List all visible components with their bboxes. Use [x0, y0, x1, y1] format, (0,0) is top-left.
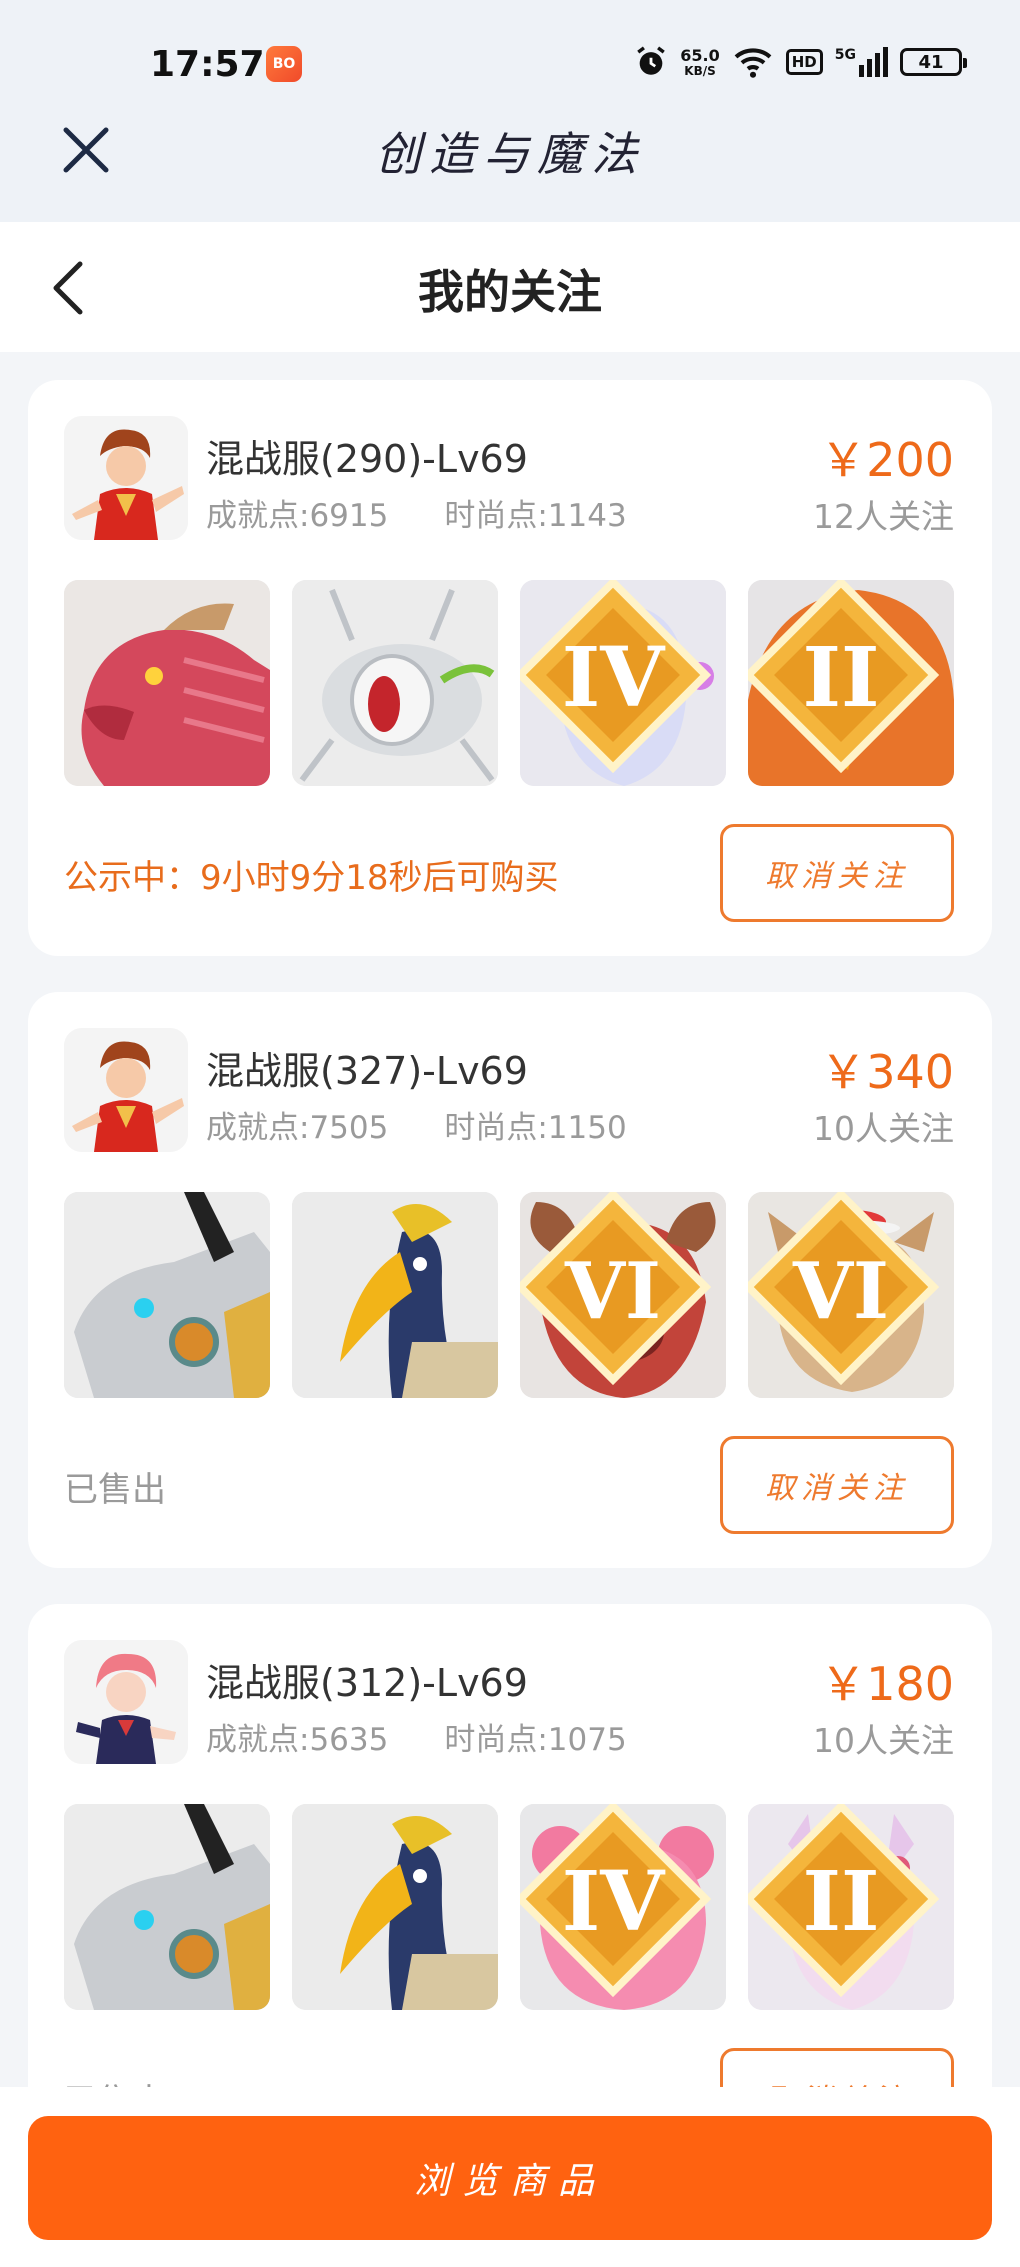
signal-bar [883, 47, 888, 77]
pet-thumbnails: IV II [64, 580, 954, 786]
character-avatar [64, 1028, 188, 1152]
rank-numeral: VI [792, 1246, 889, 1337]
rank-badge-icon: II [748, 580, 944, 778]
alarm-icon [637, 46, 666, 75]
status-bar: 17:57 BO 65.0 KB/S HD 5G 41 [0, 0, 1020, 120]
hornbill-icon [292, 1192, 498, 1398]
rank-numeral: IV [562, 630, 667, 726]
fashion-points: 时尚点:1150 [444, 1110, 627, 1146]
signal-bar [859, 65, 864, 77]
rank-badge-icon: VI [748, 1192, 944, 1390]
page-title: 我的关注 [418, 265, 602, 319]
hd-badge: HD [785, 49, 823, 75]
character-stats: 成就点:6915 时尚点:1143 [206, 490, 627, 535]
character-avatar [64, 416, 188, 540]
follower-count: 10人关注 [813, 1721, 954, 1760]
server-name: 混战服(290)-Lv69 [206, 437, 528, 481]
favorites-list[interactable]: 混战服(290)-Lv69 成就点:6915 时尚点:1143 ￥200 12人… [0, 352, 1020, 2087]
listing-card[interactable]: 混战服(327)-Lv69 成就点:7505 时尚点:1150 ￥340 10人… [28, 992, 992, 1568]
network-speed: 65.0 KB/S [680, 45, 720, 78]
rank-numeral: VI [564, 1246, 661, 1337]
app-notification-icon: BO [266, 46, 302, 82]
network-type: 5G [834, 47, 856, 63]
pet-thumbnail[interactable] [64, 1804, 270, 2010]
price: ￥340 [820, 1045, 954, 1099]
follower-count: 10人关注 [813, 1109, 954, 1148]
achievement-points: 成就点:6915 [206, 498, 389, 534]
follower-count: 12人关注 [813, 497, 954, 536]
pet-thumbnail[interactable] [292, 580, 498, 786]
battery-icon: 41 [900, 48, 967, 76]
character-avatar [64, 1640, 188, 1764]
pet-thumbnail[interactable]: VI [748, 1192, 954, 1398]
status-indicators: 65.0 KB/S HD 5G 41 [634, 40, 967, 84]
wifi-icon [734, 48, 772, 78]
status-time: 17:57 [150, 44, 265, 85]
achievement-points: 成就点:5635 [206, 1722, 389, 1758]
hornbill-icon [292, 1804, 498, 2010]
pet-thumbnails: IV II [64, 1804, 954, 2010]
unfollow-button[interactable]: 取消关注 [720, 1436, 954, 1534]
rank-numeral: II [802, 630, 879, 726]
character-stats: 成就点:5635 时尚点:1075 [206, 1714, 627, 1759]
listing-card[interactable]: 混战服(290)-Lv69 成就点:6915 时尚点:1143 ￥200 12人… [28, 380, 992, 956]
silver-mecha-bug-icon [292, 580, 498, 786]
server-name: 混战服(312)-Lv69 [206, 1661, 528, 1705]
app-title: 创造与魔法 [375, 127, 645, 181]
red-dragon-icon [64, 580, 270, 786]
red-warrior-avatar-icon [64, 1028, 188, 1152]
listing-status: 已售出 [64, 1470, 166, 1510]
fashion-points: 时尚点:1075 [444, 1722, 627, 1758]
listing-card[interactable]: 混战服(312)-Lv69 成就点:5635 时尚点:1075 ￥180 10人… [28, 1604, 992, 2087]
server-name: 混战服(327)-Lv69 [206, 1049, 528, 1093]
pet-thumbnail[interactable]: IV [520, 580, 726, 786]
pet-thumbnail[interactable]: IV [520, 1804, 726, 2010]
mecha-dragon-icon [64, 1192, 270, 1398]
red-warrior-avatar-icon [64, 416, 188, 540]
rank-badge-icon: VI [520, 1192, 716, 1390]
signal-bar [867, 59, 872, 77]
achievement-points: 成就点:7505 [206, 1110, 389, 1146]
rank-badge-icon: IV [520, 580, 716, 778]
fashion-points: 时尚点:1143 [444, 498, 627, 534]
unfollow-button[interactable]: 取消关注 [720, 2048, 954, 2087]
rank-numeral: IV [562, 1854, 667, 1950]
listing-status: 已售出 [64, 2074, 166, 2087]
rank-numeral: II [802, 1854, 879, 1950]
rank-badge-icon: II [748, 1804, 944, 2002]
browse-products-button[interactable]: 浏览商品 [28, 2116, 992, 2240]
pet-thumbnails: VI VI [64, 1192, 954, 1398]
pet-thumbnail[interactable]: II [748, 580, 954, 786]
pet-thumbnail[interactable] [64, 1192, 270, 1398]
speed-unit: KB/S [684, 63, 716, 78]
price: ￥200 [820, 433, 954, 487]
listing-status: 公示中：9小时9分18秒后可购买 [64, 858, 559, 898]
cellular-signal: 5G [835, 47, 888, 77]
unfollow-button[interactable]: 取消关注 [720, 824, 954, 922]
pet-thumbnail[interactable]: VI [520, 1192, 726, 1398]
signal-bar [875, 53, 880, 77]
pink-hair-hero-avatar-icon [64, 1640, 188, 1764]
pet-thumbnail[interactable] [292, 1804, 498, 2010]
mecha-dragon-icon [64, 1804, 270, 2010]
rank-badge-icon: IV [520, 1804, 716, 2002]
pet-thumbnail[interactable]: II [748, 1804, 954, 2010]
character-stats: 成就点:7505 时尚点:1150 [206, 1102, 627, 1147]
pet-thumbnail[interactable] [64, 580, 270, 786]
price: ￥180 [820, 1657, 954, 1711]
speed-value: 65.0 [680, 45, 720, 65]
pet-thumbnail[interactable] [292, 1192, 498, 1398]
